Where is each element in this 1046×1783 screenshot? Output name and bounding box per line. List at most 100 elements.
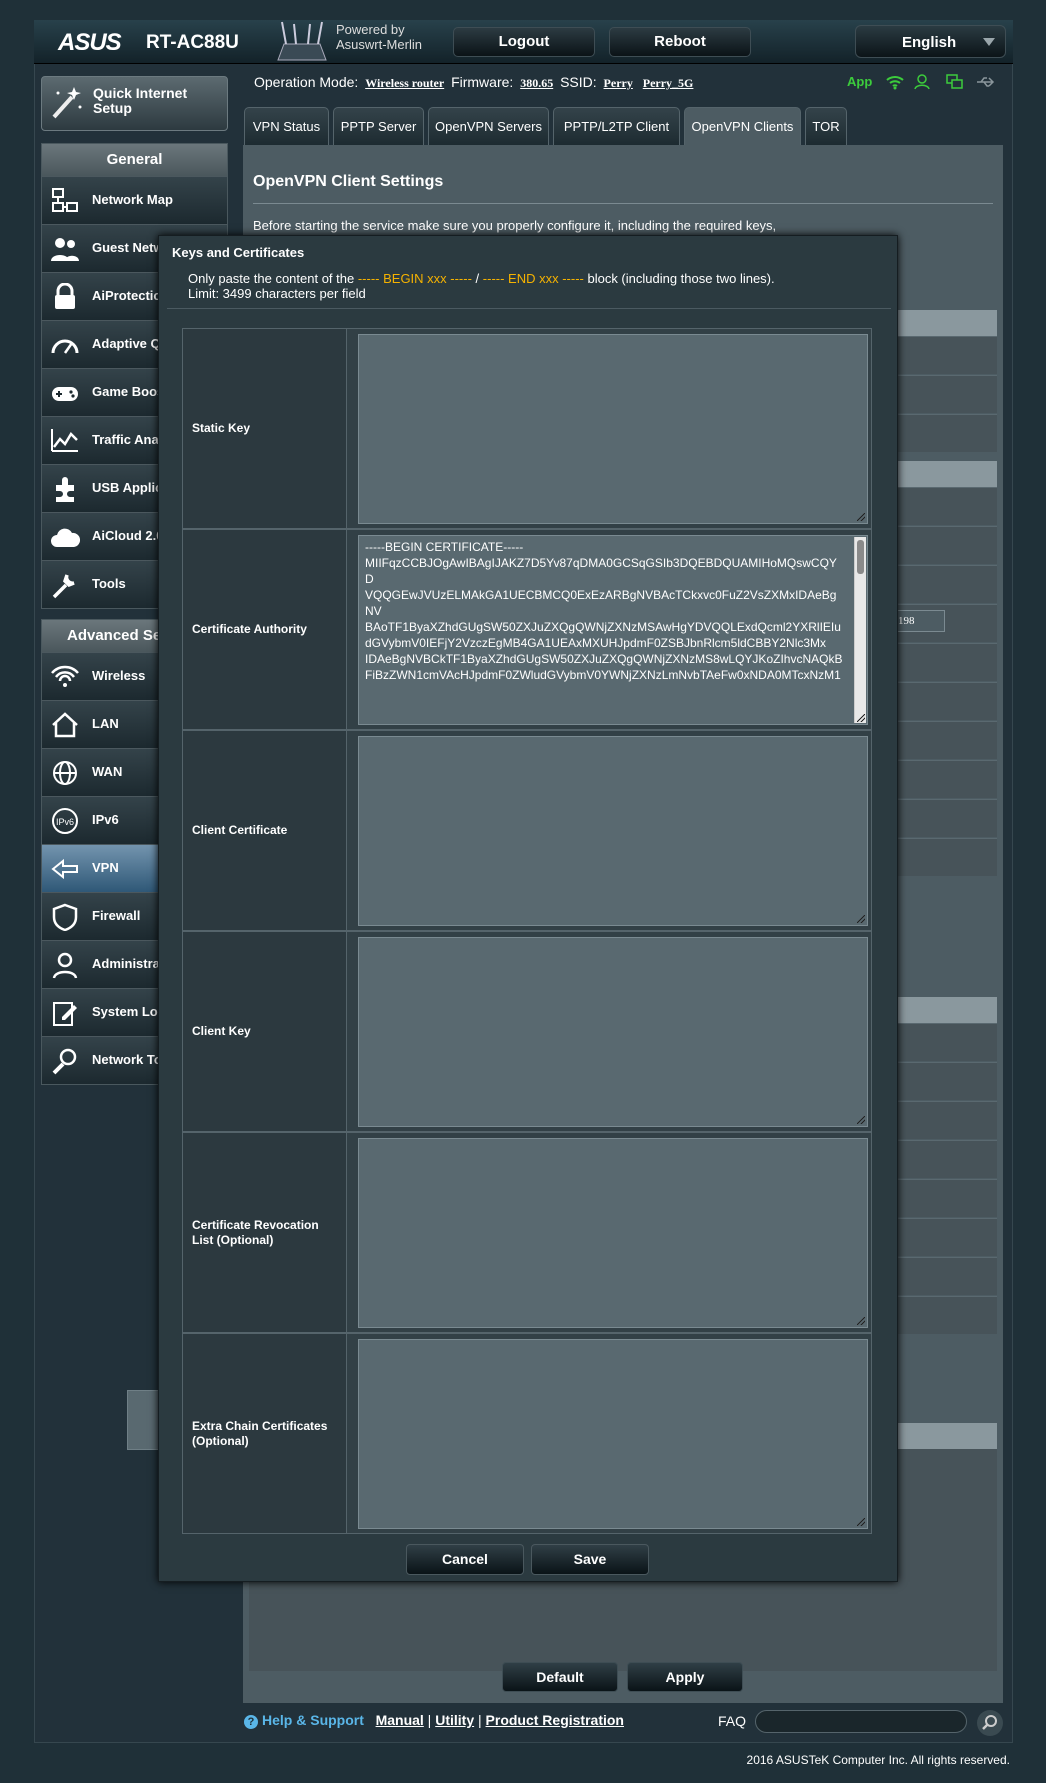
- asus-logo: ASUS: [58, 29, 122, 56]
- resize-grip-icon[interactable]: [857, 714, 865, 722]
- tab-pptp-l2tp-client[interactable]: PPTP/L2TP Client: [553, 107, 680, 145]
- ssid-label: SSID:: [560, 74, 597, 90]
- product-registration-link[interactable]: Product Registration: [486, 1712, 624, 1728]
- apply-button[interactable]: Apply: [627, 1662, 743, 1692]
- tab-vpn-status[interactable]: VPN Status: [244, 107, 329, 145]
- logout-button[interactable]: Logout: [453, 27, 595, 57]
- key-row-label: Extra Chain Certificates (Optional): [192, 1419, 328, 1448]
- sidebar-item-label: AiCloud 2.0: [92, 528, 164, 543]
- usb-application-icon: [56, 477, 74, 502]
- op-mode-label: Operation Mode:: [254, 74, 359, 90]
- key-row-label-cell: Extra Chain Certificates (Optional): [183, 1334, 347, 1533]
- key-row-certificate-authority: Certificate Authority -----BEGIN CERTIFIC…: [182, 529, 872, 730]
- key-row-label: Static Key: [192, 421, 251, 435]
- qis-label: Quick Internet Setup: [93, 85, 188, 116]
- scrollbar-thumb[interactable]: [857, 540, 864, 574]
- sidebar-item-label: Wireless: [92, 668, 146, 683]
- faq-search-input[interactable]: [755, 1710, 967, 1733]
- help-icon: ?: [244, 1715, 258, 1729]
- key-row-client-key: Client Key: [182, 931, 872, 1132]
- tab-openvpn-servers[interactable]: OpenVPN Servers: [428, 107, 549, 145]
- ipv6-icon: IPv6: [52, 808, 78, 834]
- key-textarea[interactable]: [358, 1138, 868, 1328]
- resize-grip-icon[interactable]: [857, 1317, 865, 1325]
- faq-label: FAQ: [718, 1713, 747, 1729]
- ssid-link-1[interactable]: Perry: [604, 76, 633, 90]
- network-tools-icon: [52, 1048, 77, 1075]
- key-row-label: Certificate Revocation List (Optional): [192, 1218, 319, 1247]
- language-select[interactable]: English: [855, 25, 1006, 58]
- help-support-link[interactable]: Help & Support: [262, 1712, 364, 1728]
- op-mode-link[interactable]: Wireless router: [365, 76, 444, 90]
- sidebar-item-network-map[interactable]: Network Map: [42, 176, 227, 224]
- key-row-client-certificate: Client Certificate: [182, 730, 872, 931]
- firewall-icon: [52, 903, 78, 931]
- svg-text:IPv6: IPv6: [56, 817, 74, 827]
- app-link[interactable]: App: [847, 74, 872, 89]
- wireless-icon: [51, 665, 79, 687]
- traffic-analyzer-icon: [51, 429, 78, 452]
- tab-pptp-server[interactable]: PPTP Server: [333, 107, 424, 145]
- faq-search-button[interactable]: [977, 1710, 1003, 1736]
- sidebar-item-label: LAN: [92, 716, 119, 731]
- resize-grip-icon[interactable]: [857, 1518, 865, 1526]
- ssid-link-2[interactable]: Perry_5G: [643, 76, 694, 90]
- port-input[interactable]: 198: [895, 610, 945, 632]
- default-button[interactable]: Default: [502, 1662, 618, 1692]
- adaptive-qos-icon: [51, 339, 79, 354]
- resize-grip-icon[interactable]: [857, 513, 865, 521]
- dialog-note: Only paste the content of the ----- BEGI…: [188, 271, 775, 301]
- utility-link[interactable]: Utility: [435, 1712, 474, 1728]
- aiprotection-icon: [55, 283, 75, 309]
- key-row-label-cell: Certificate Authority: [183, 530, 347, 729]
- save-button[interactable]: Save: [531, 1544, 649, 1575]
- cancel-button[interactable]: Cancel: [406, 1544, 524, 1575]
- manual-link[interactable]: Manual: [376, 1712, 424, 1728]
- language-value: English: [902, 34, 957, 51]
- tab-tor[interactable]: TOR: [805, 107, 847, 145]
- operation-bar: Operation Mode: Wireless router Firmware…: [254, 74, 696, 91]
- resize-grip-icon[interactable]: [857, 915, 865, 923]
- lan-icon: [52, 712, 78, 738]
- network-status-icon[interactable]: [946, 74, 964, 90]
- note-begin: ----- BEGIN xxx -----: [357, 271, 472, 286]
- network-map-icon: [52, 188, 78, 212]
- key-textarea[interactable]: [358, 1339, 868, 1529]
- key-textarea-value: -----BEGIN CERTIFICATE----- MIIFqzCCBJOg…: [365, 540, 843, 682]
- key-row-label-cell: Static Key: [183, 329, 347, 528]
- footer-links: ? Help & Support Manual | Utility | Produ…: [244, 1712, 624, 1729]
- resize-grip-icon[interactable]: [857, 1116, 865, 1124]
- key-row-certificate-revocation-list-optional: Certificate Revocation List (Optional): [182, 1132, 872, 1333]
- dialog-title: Keys and Certificates: [172, 245, 305, 260]
- client-status-icon[interactable]: [914, 74, 932, 90]
- vpn-icon: [51, 858, 78, 880]
- keys-certificates-dialog: Keys and Certificates Only paste the con…: [158, 235, 898, 1582]
- limit-text: Limit: 3499 characters per field: [188, 286, 366, 301]
- page-description: Before starting the service make sure yo…: [253, 218, 777, 233]
- key-textarea[interactable]: [358, 334, 868, 524]
- powered-by: Powered by Asuswrt-Merlin: [336, 22, 422, 52]
- model-name: RT-AC88U: [146, 32, 239, 53]
- usb-status-icon[interactable]: [975, 74, 997, 90]
- key-row-extra-chain-certificates-optional: Extra Chain Certificates (Optional): [182, 1333, 872, 1534]
- system-log-icon: [53, 1002, 77, 1026]
- sidebar-item-label: System Log: [92, 1004, 166, 1019]
- firmware-link[interactable]: 380.65: [520, 76, 553, 90]
- title-divider: [253, 203, 993, 204]
- game-boost-icon: [52, 387, 78, 401]
- key-row-label-cell: Certificate Revocation List (Optional): [183, 1133, 347, 1332]
- wifi-status-icon[interactable]: [886, 74, 904, 90]
- quick-internet-setup-button[interactable]: Quick Internet Setup: [41, 76, 228, 131]
- tab-openvpn-clients[interactable]: OpenVPN Clients: [684, 107, 801, 145]
- key-textarea[interactable]: -----BEGIN CERTIFICATE----- MIIFqzCCBJOg…: [358, 535, 868, 725]
- textarea-scrollbar[interactable]: [854, 537, 866, 723]
- key-textarea[interactable]: [358, 736, 868, 926]
- note-text-1: Only paste the content of the: [188, 271, 358, 286]
- router-image-icon: [277, 21, 327, 61]
- chevron-down-icon: [983, 38, 995, 46]
- aicloud-icon: [51, 528, 80, 547]
- key-textarea[interactable]: [358, 937, 868, 1127]
- reboot-button[interactable]: Reboot: [609, 27, 751, 57]
- key-row-static-key: Static Key: [182, 328, 872, 529]
- note-text-2: block (including those two lines).: [583, 271, 775, 286]
